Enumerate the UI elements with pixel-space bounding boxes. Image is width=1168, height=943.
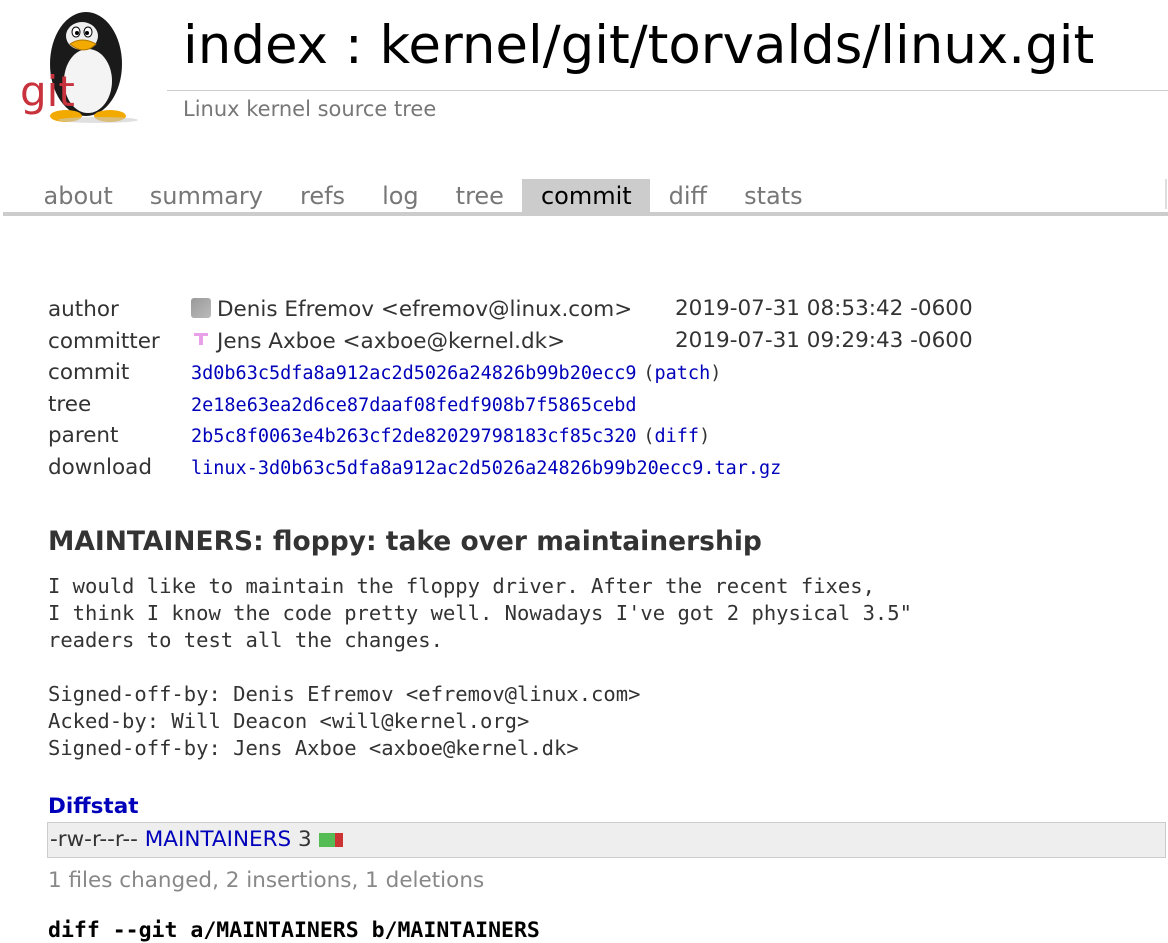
diff-file-header: diff --git a/MAINTAINERS b/MAINTAINERS [48, 918, 540, 943]
parent-hash-link[interactable]: 2b5c8f0063e4b263cf2de82029798183cf85c320 [191, 426, 637, 447]
tab-summary[interactable]: summary [131, 179, 281, 213]
patch-paren-open: ( [643, 363, 655, 385]
tree-hash-link[interactable]: 2e18e63ea2d6ce87daaf08fedf908b7f5865cebd [191, 395, 637, 416]
committer-avatar-icon [191, 329, 211, 350]
file-name-link[interactable]: MAINTAINERS [145, 827, 291, 852]
insertions-bar [318, 833, 335, 847]
tab-bar: about summary refs log tree commit diff … [25, 179, 821, 213]
tree-value: 2e18e63ea2d6ce87daaf08fedf908b7f5865cebd [191, 389, 781, 421]
tree-label: tree [48, 391, 92, 417]
commit-message: I would like to maintain the floppy driv… [48, 574, 912, 760]
commit-info-table: author Denis Efremov <efremov@linux.com>… [48, 294, 781, 483]
author-row: author Denis Efremov <efremov@linux.com> [48, 294, 781, 326]
committer-row: committer Jens Axboe <axboe@kernel.dk> [48, 326, 781, 358]
author-name: Denis Efremov <efremov@linux.com> [217, 297, 633, 323]
parent-value: 2b5c8f0063e4b263cf2de82029798183cf85c320… [191, 420, 781, 452]
deletions-bar [334, 833, 343, 847]
tab-bar-underline [3, 212, 1168, 216]
tab-about[interactable]: about [25, 179, 131, 213]
committer-label: committer [48, 328, 160, 354]
tab-diff[interactable]: diff [650, 179, 725, 213]
tab-refs[interactable]: refs [282, 179, 364, 213]
tree-row: tree 2e18e63ea2d6ce87daaf08fedf908b7f586… [48, 389, 781, 421]
diffstat-row: -rw-r--r-- MAINTAINERS 3 [50, 825, 343, 855]
parent-diff-link[interactable]: diff [655, 426, 700, 447]
git-logo-text: git [20, 67, 75, 116]
file-change-count: 3 [298, 827, 312, 852]
tux-icon: git [20, 12, 138, 123]
author-avatar-icon [191, 298, 211, 319]
diffstat-summary: 1 files changed, 2 insertions, 1 deletio… [48, 868, 485, 893]
git-tux-logo[interactable]: git [18, 6, 144, 124]
download-row: download linux-3d0b63c5dfa8a912ac2d5026a… [48, 452, 781, 484]
parent-label: parent [48, 423, 119, 449]
commit-subject: MAINTAINERS: floppy: take over maintaine… [48, 526, 762, 557]
commit-hash-link[interactable]: 3d0b63c5dfa8a912ac2d5026a24826b99b20ecc9 [191, 363, 637, 384]
committer-name: Jens Axboe <axboe@kernel.dk> [217, 328, 566, 354]
diff-paren-open: ( [643, 426, 655, 448]
tab-tree[interactable]: tree [437, 179, 522, 213]
commit-row: commit 3d0b63c5dfa8a912ac2d5026a24826b99… [48, 357, 781, 389]
tab-log[interactable]: log [364, 179, 438, 213]
commit-value: 3d0b63c5dfa8a912ac2d5026a24826b99b20ecc9… [191, 357, 781, 389]
repo-description: Linux kernel source tree [183, 97, 437, 121]
title-divider [167, 90, 1168, 91]
diffstat-heading-link[interactable]: Diffstat [48, 794, 139, 819]
commit-label: commit [48, 360, 130, 386]
change-bar [318, 827, 343, 852]
file-mode: -rw-r--r-- [50, 827, 138, 852]
author-date: 2019-07-31 08:53:42 -0600 [675, 296, 973, 321]
author-label: author [48, 297, 119, 323]
diffstat-table: -rw-r--r-- MAINTAINERS 3 [47, 822, 1166, 858]
download-value: linux-3d0b63c5dfa8a912ac2d5026a24826b99b… [191, 452, 781, 484]
patch-link[interactable]: patch [655, 363, 711, 384]
parent-row: parent 2b5c8f0063e4b263cf2de82029798183c… [48, 420, 781, 452]
patch-paren-close: ) [710, 363, 722, 385]
tab-stats[interactable]: stats [726, 179, 822, 213]
diff-paren-close: ) [699, 426, 711, 448]
page-title: index : kernel/git/torvalds/linux.git [183, 15, 1095, 76]
committer-date: 2019-07-31 09:29:43 -0600 [675, 328, 973, 353]
download-label: download [48, 454, 152, 480]
download-tarball-link[interactable]: linux-3d0b63c5dfa8a912ac2d5026a24826b99b… [191, 458, 781, 479]
tab-commit[interactable]: commit [522, 179, 651, 213]
search-box-edge[interactable] [1165, 179, 1167, 209]
